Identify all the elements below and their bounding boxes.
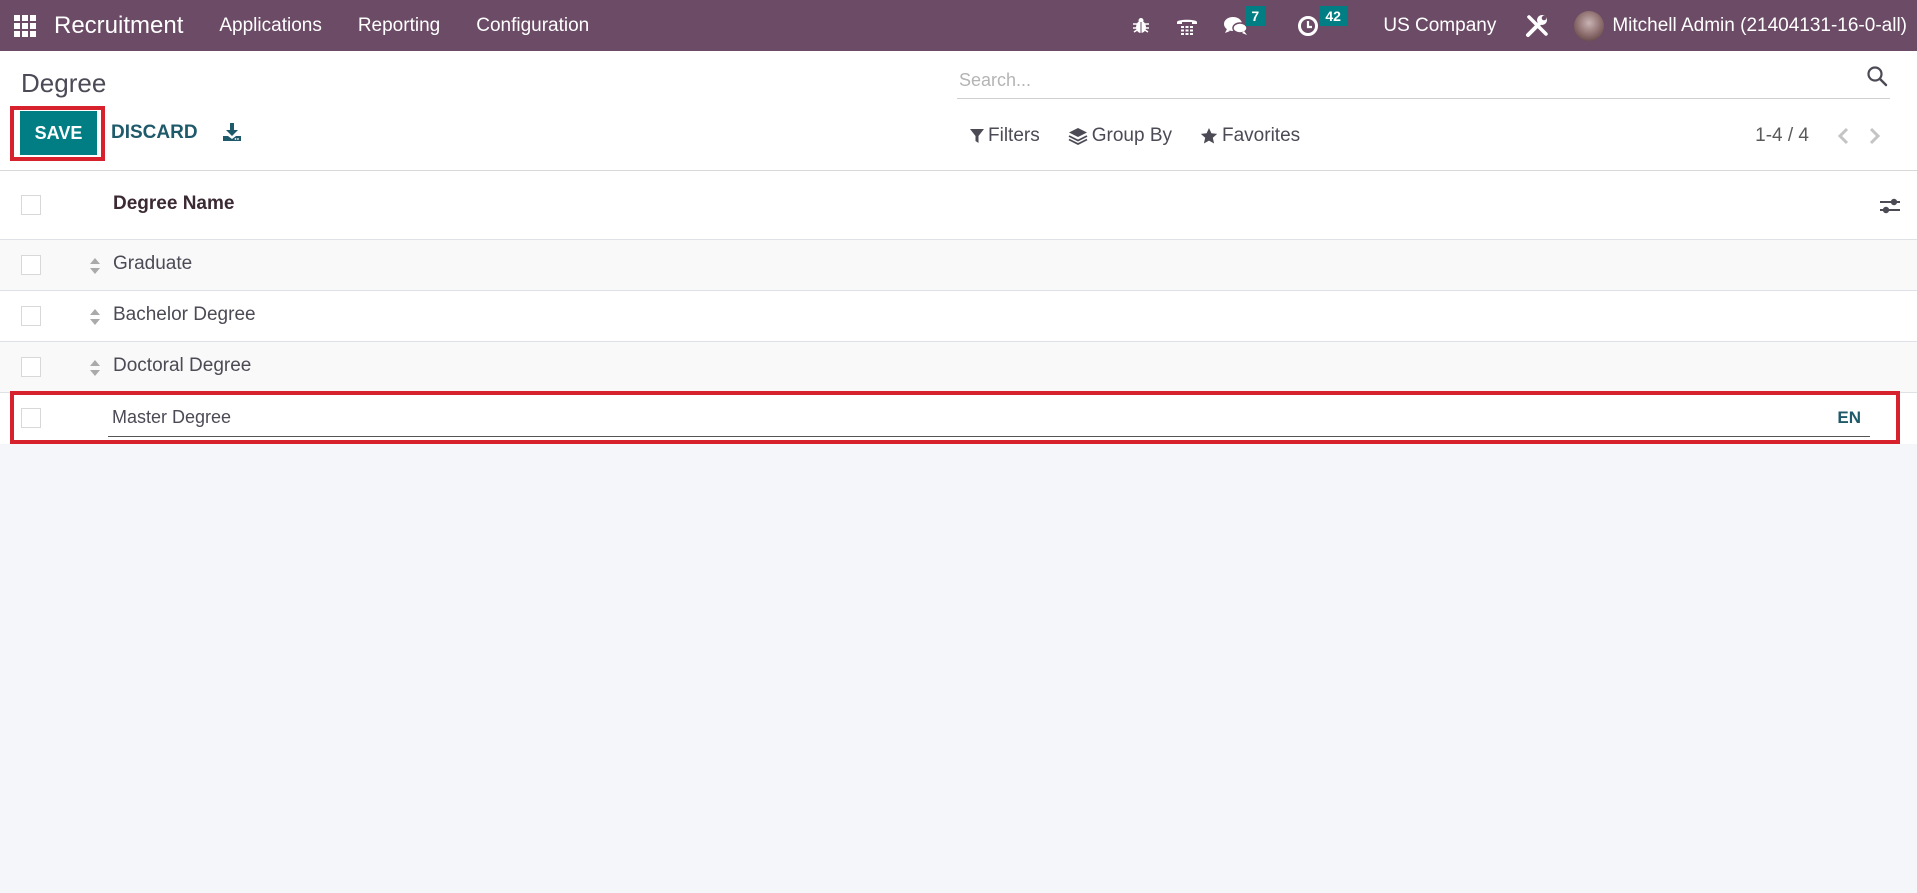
settings-tools-button[interactable] [1524, 0, 1550, 51]
phone-icon [1177, 19, 1198, 35]
sort-handle-icon [90, 360, 100, 376]
select-all-checkbox[interactable] [21, 195, 41, 215]
debug-button[interactable] [1131, 0, 1151, 51]
page-title: Degree [21, 68, 107, 98]
list-header: Degree Name [0, 171, 1917, 240]
sort-handle-icon [90, 258, 100, 274]
pager-previous-button[interactable] [1833, 124, 1853, 148]
menu-configuration[interactable]: Configuration [476, 15, 589, 37]
optional-columns-toggle[interactable] [1879, 196, 1901, 216]
group-by-label: Group By [1091, 125, 1172, 146]
tools-icon [1526, 14, 1549, 37]
row-checkbox[interactable] [21, 306, 41, 326]
pager-value[interactable]: 1-4 / 4 [1755, 125, 1809, 147]
table-row[interactable]: Doctoral Degree [0, 342, 1917, 393]
filter-icon [970, 129, 984, 143]
menu-reporting[interactable]: Reporting [358, 15, 440, 37]
sort-handle-icon [90, 309, 100, 325]
user-menu[interactable]: Mitchell Admin (21404131-16-0-all) [1574, 10, 1907, 41]
avatar [1574, 10, 1605, 41]
search-icon [1867, 66, 1888, 87]
save-button[interactable]: SAVE [20, 111, 97, 155]
app-brand[interactable]: Recruitment [54, 12, 183, 40]
activities-button[interactable]: 42 [1297, 0, 1359, 51]
chevron-right-icon [1869, 127, 1881, 145]
discard-button[interactable]: DISCARD [111, 111, 198, 155]
top-navbar: Recruitment Applications Reporting Confi… [0, 0, 1917, 51]
drag-handle[interactable] [89, 308, 103, 326]
favorites-label: Favorites [1222, 125, 1301, 146]
column-header-degree-name[interactable]: Degree Name [113, 193, 234, 215]
clock-icon [1298, 15, 1319, 36]
star-icon [1200, 128, 1218, 144]
messages-badge: 7 [1245, 6, 1266, 26]
sliders-icon [1880, 198, 1900, 214]
favorites-button[interactable]: Favorites [1200, 125, 1300, 147]
search-button[interactable] [1866, 65, 1890, 89]
search-bar [957, 61, 1890, 99]
filters-button[interactable]: Filters [970, 125, 1040, 147]
search-options: Filters Group By Favorites [970, 121, 1328, 151]
systray: 7 42 US Company Mitchell Admin (21404131… [1131, 0, 1917, 51]
bug-icon [1133, 17, 1150, 33]
control-panel: Degree SAVE DISCARD Filters Group By Fav… [0, 51, 1917, 171]
table-row[interactable]: Bachelor Degree [0, 291, 1917, 342]
degree-name-cell[interactable]: Graduate [113, 253, 192, 275]
user-name: Mitchell Admin (21404131-16-0-all) [1612, 14, 1907, 36]
row-checkbox[interactable] [21, 255, 41, 275]
table-row[interactable]: Graduate [0, 240, 1917, 291]
voip-button[interactable] [1175, 0, 1199, 51]
degree-name-cell[interactable]: Bachelor Degree [113, 304, 256, 326]
search-input[interactable] [959, 67, 1839, 93]
filters-label: Filters [988, 125, 1040, 146]
highlight-new-row-box [10, 391, 1900, 444]
layers-icon [1068, 128, 1088, 145]
chevron-left-icon [1837, 127, 1849, 145]
company-switcher[interactable]: US Company [1383, 15, 1496, 37]
menu-applications[interactable]: Applications [219, 15, 321, 37]
download-icon [223, 123, 241, 141]
apps-menu-button[interactable] [0, 0, 50, 51]
messages-button[interactable]: 7 [1223, 0, 1273, 51]
activities-badge: 42 [1319, 6, 1347, 26]
export-button[interactable] [221, 121, 243, 143]
row-checkbox[interactable] [21, 357, 41, 377]
pager: 1-4 / 4 [1755, 121, 1917, 151]
group-by-button[interactable]: Group By [1068, 125, 1172, 147]
apps-grid-icon [14, 14, 36, 37]
drag-handle[interactable] [89, 257, 103, 275]
drag-handle[interactable] [89, 359, 103, 377]
pager-next-button[interactable] [1865, 124, 1885, 148]
degree-name-cell[interactable]: Doctoral Degree [113, 355, 251, 377]
